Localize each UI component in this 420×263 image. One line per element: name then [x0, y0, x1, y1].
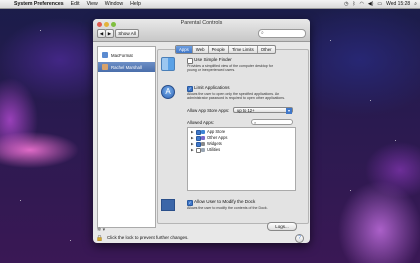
- help-button[interactable]: ?: [295, 234, 304, 243]
- sidebar-item-macformat[interactable]: MacFormat: [98, 50, 155, 60]
- tab-people[interactable]: People: [207, 46, 228, 53]
- list-item-utilities[interactable]: ▶ Utilities: [188, 147, 295, 153]
- tab-apps[interactable]: Apps: [176, 46, 192, 53]
- other-apps-folder-icon: [201, 136, 205, 140]
- modify-dock-desc: Allows the user to modify the contents o…: [187, 206, 268, 210]
- app-store-folder-icon: [201, 130, 205, 134]
- popup-value: up to 12+: [237, 108, 255, 113]
- clock[interactable]: Wed 15:28: [386, 1, 410, 7]
- disclosure-triangle-icon[interactable]: ▶: [191, 147, 194, 153]
- simple-finder-label: Use Simple Finder: [194, 57, 232, 62]
- simple-finder-desc-2: young or inexperienced users.: [187, 68, 236, 72]
- time-machine-icon[interactable]: ◷: [344, 1, 348, 7]
- menu-window[interactable]: Window: [105, 1, 123, 7]
- avatar: [102, 64, 108, 70]
- utilities-folder-icon: [201, 148, 205, 152]
- limit-apps-desc-2: administrator password is required to op…: [187, 96, 286, 100]
- tab-web[interactable]: Web: [191, 46, 208, 53]
- lock-icon[interactable]: [97, 235, 102, 241]
- user-sidebar: MacFormat Rachel Marshall: [97, 46, 156, 228]
- user-name: MacFormat: [111, 52, 133, 58]
- widgets-folder-icon: [201, 142, 205, 146]
- menu-app-name[interactable]: System Preferences: [14, 1, 64, 7]
- avatar: [102, 52, 108, 58]
- limit-apps-label: Limit Applications: [194, 85, 230, 90]
- item-label: Utilities: [207, 147, 221, 152]
- wifi-icon[interactable]: ◠: [359, 1, 363, 7]
- tab-other[interactable]: Other: [256, 46, 275, 53]
- dock-icon: [161, 199, 175, 211]
- modify-dock-label: Allow User to Modify the Dock: [194, 199, 256, 204]
- allowed-apps-search-input[interactable]: ⌕: [251, 119, 293, 125]
- search-icon: ⌕: [261, 30, 264, 36]
- sidebar-item-rachel[interactable]: Rachel Marshall: [98, 62, 155, 72]
- title-bar: Parental Controls ◀ ▶ Show All ⌕: [93, 19, 310, 42]
- app-store-icon: A: [161, 85, 175, 99]
- app-store-apps-label: Allow App Store Apps:: [187, 108, 230, 113]
- parental-controls-window: Parental Controls ◀ ▶ Show All ⌕ MacForm…: [93, 19, 310, 243]
- show-all-button[interactable]: Show All: [115, 29, 139, 38]
- logs-button[interactable]: Logs...: [267, 222, 297, 231]
- lock-message: Click the lock to prevent further change…: [107, 235, 189, 240]
- bluetooth-icon[interactable]: ᛒ: [352, 1, 355, 7]
- volume-icon[interactable]: ◀): [368, 1, 374, 7]
- allowed-apps-list[interactable]: ▶ App Store ▶ Other Apps ▶ Widgets ▶ Uti…: [187, 127, 296, 191]
- user-name: Rachel Marshall: [111, 64, 142, 70]
- window-title: Parental Controls: [180, 20, 223, 26]
- forward-button[interactable]: ▶: [105, 29, 114, 38]
- menu-view[interactable]: View: [87, 1, 98, 7]
- battery-icon[interactable]: ▭: [377, 1, 382, 7]
- menu-help[interactable]: Help: [130, 1, 141, 7]
- chevron-down-icon: ▾: [286, 108, 292, 114]
- tab-time-limits[interactable]: Time Limits: [227, 46, 257, 53]
- sidebar-settings-menu[interactable]: ✲ ▾: [97, 227, 154, 233]
- app-store-age-popup[interactable]: up to 12+ ▾: [233, 107, 293, 114]
- finder-icon: [161, 57, 175, 71]
- lock-bar: Click the lock to prevent further change…: [93, 234, 310, 243]
- spotlight-icon[interactable]: ⌕: [414, 1, 417, 7]
- menu-bar: System Preferences Edit View Window Help…: [0, 0, 420, 9]
- tab-bar: Apps Web People Time Limits Other: [175, 45, 276, 54]
- menu-extras: ◷ ᛒ ◠ ◀) ▭ Wed 15:28 ⌕: [344, 0, 417, 8]
- menu-edit[interactable]: Edit: [71, 1, 80, 7]
- allowed-apps-label: Allowed Apps:: [187, 120, 214, 125]
- search-input[interactable]: ⌕: [258, 29, 306, 38]
